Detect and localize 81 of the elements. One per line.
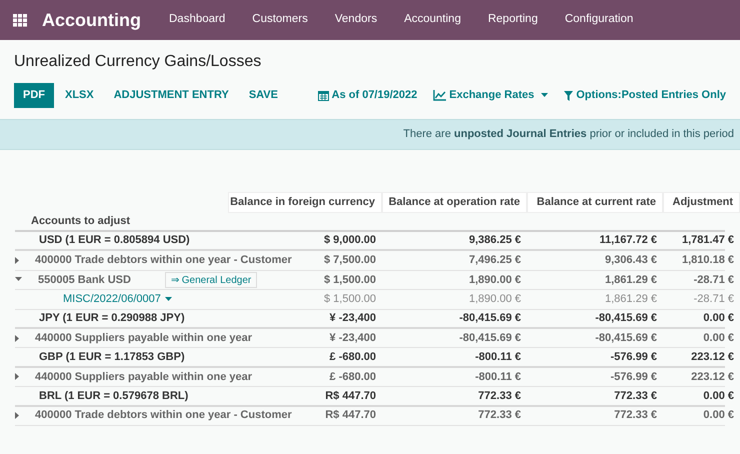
- amount-cell-text: -576.99 €: [610, 370, 657, 385]
- menu-item[interactable]: Accounting: [404, 11, 461, 29]
- row-header-label: Accounts to adjust: [30, 214, 130, 230]
- filter-dropdown[interactable]: Options:Posted Entries Only: [564, 87, 726, 104]
- account-row-label[interactable]: 550005 Bank USD: [22, 272, 131, 288]
- amount-cell-text: 1,861.29 €: [605, 272, 657, 288]
- amount-cell-text: $ 1,500.00: [324, 292, 376, 308]
- amount-cell-text: 0.00 €: [703, 311, 734, 326]
- amount-cell-text: 772.33 €: [614, 388, 657, 404]
- column-header: Adjustment: [663, 192, 740, 213]
- account-row-label[interactable]: 440000 Suppliers payable within one year: [19, 330, 252, 346]
- amount-cell-text: -80,415.69 €: [459, 330, 521, 346]
- caret-right-icon[interactable]: [15, 334, 19, 342]
- menu-item[interactable]: Customers: [252, 11, 308, 29]
- amount-cell-text: 772.33 €: [478, 388, 521, 404]
- caret-right-icon[interactable]: [15, 373, 19, 380]
- apps-grid-icon[interactable]: [13, 14, 28, 26]
- currency-row-label: JPY (1 EUR = 0.290988 JPY): [38, 311, 185, 326]
- amount-cell-text: R$ 447.70: [325, 408, 376, 424]
- amount-cell-text: 9,306.43 €: [605, 253, 657, 268]
- caret-right-icon[interactable]: [15, 257, 19, 264]
- column-header: Balance at current rate: [527, 192, 663, 213]
- currency-row-label: BRL (1 EUR = 0.579678 BRL): [38, 388, 188, 404]
- general-ledger-link[interactable]: ⇒ General Ledger: [164, 272, 258, 288]
- amount-cell-text: 1,810.18 €: [682, 253, 734, 268]
- amount-cell-text: 1,890.00 €: [469, 272, 521, 288]
- amount-cell-text: 223.12 €: [691, 350, 734, 365]
- amount-cell-text: 7,496.25 €: [469, 253, 521, 268]
- caret-right-icon[interactable]: [15, 412, 19, 420]
- amount-cell-text: ¥ -23,400: [330, 330, 376, 346]
- amount-cell-text: £ -680.00: [330, 350, 376, 365]
- toolbar-button[interactable]: PDF: [14, 83, 54, 108]
- amount-cell-text: -576.99 €: [610, 350, 657, 365]
- column-header: Balance in foreign currency: [228, 192, 382, 213]
- amount-cell-text: R$ 447.70: [325, 388, 376, 404]
- menu-item[interactable]: Vendors: [334, 11, 378, 29]
- filter-dropdown[interactable]: Exchange Rates: [433, 87, 548, 104]
- currency-row-label: USD (1 EUR = 0.805894 USD): [38, 233, 190, 248]
- amount-cell-text: 1,861.29 €: [605, 292, 657, 308]
- amount-cell-text: -80,415.69 €: [595, 311, 657, 326]
- amount-cell-text: 0.00 €: [703, 388, 734, 404]
- toolbar-button[interactable]: SAVE: [240, 83, 287, 108]
- amount-cell-text: $ 1,500.00: [324, 272, 376, 288]
- amount-cell-text: 0.00 €: [703, 330, 734, 346]
- page-title: Unrealized Currency Gains/Losses: [13, 52, 262, 72]
- amount-cell-text: £ -680.00: [330, 370, 376, 385]
- amount-cell-text: -28.71 €: [694, 272, 734, 288]
- account-row-label[interactable]: 400000 Trade debtors within one year - Customer: [19, 407, 292, 424]
- amount-cell-text: 0.00 €: [703, 408, 734, 424]
- menu-item[interactable]: Reporting: [488, 11, 538, 29]
- amount-cell-text: ¥ -23,400: [330, 311, 376, 326]
- journal-entry-link[interactable]: MISC/2022/06/0007: [15, 291, 172, 308]
- amount-cell-text: 11,167.72 €: [599, 233, 657, 248]
- caret-down-icon[interactable]: [15, 277, 22, 282]
- account-row-label[interactable]: 400000 Trade debtors within one year - Customer: [19, 252, 292, 269]
- app-name[interactable]: Accounting: [42, 6, 141, 34]
- amount-cell-text: -80,415.69 €: [595, 330, 657, 346]
- currency-row-label: GBP (1 EUR = 1.17853 GBP): [38, 350, 185, 365]
- amount-cell-text: -800.11 €: [475, 350, 521, 365]
- toolbar-button[interactable]: ADJUSTMENT ENTRY: [104, 83, 238, 108]
- amount-cell-text: -28.71 €: [694, 292, 734, 308]
- account-row-label[interactable]: 440000 Suppliers payable within one year: [19, 368, 252, 386]
- amount-cell-text: 772.33 €: [478, 408, 521, 424]
- amount-cell-text: 772.33 €: [614, 408, 657, 424]
- amount-cell-text: -80,415.69 €: [459, 311, 521, 326]
- amount-cell-text: 1,781.47 €: [682, 233, 734, 248]
- amount-cell-text: $ 7,500.00: [324, 253, 376, 268]
- menu-item[interactable]: Dashboard: [169, 11, 226, 29]
- menu-item[interactable]: Configuration: [564, 11, 634, 29]
- column-header: Balance at operation rate: [382, 192, 527, 213]
- filter-icon: [564, 90, 574, 100]
- amount-cell-text: 1,890.00 €: [469, 292, 521, 308]
- amount-cell-text: 9,386.25 €: [469, 233, 521, 248]
- calendar-icon: [318, 90, 329, 101]
- line-chart-icon: [433, 90, 446, 101]
- amount-cell-text: -800.11 €: [475, 370, 521, 385]
- toolbar-button[interactable]: XLSX: [56, 83, 103, 108]
- filter-dropdown[interactable]: As of 07/19/2022: [318, 87, 418, 104]
- amount-cell-text: 223.12 €: [691, 370, 734, 385]
- amount-cell-text: $ 9,000.00: [324, 233, 376, 248]
- banner-text: There are unposted Journal Entries prior or included in this period: [403, 127, 734, 142]
